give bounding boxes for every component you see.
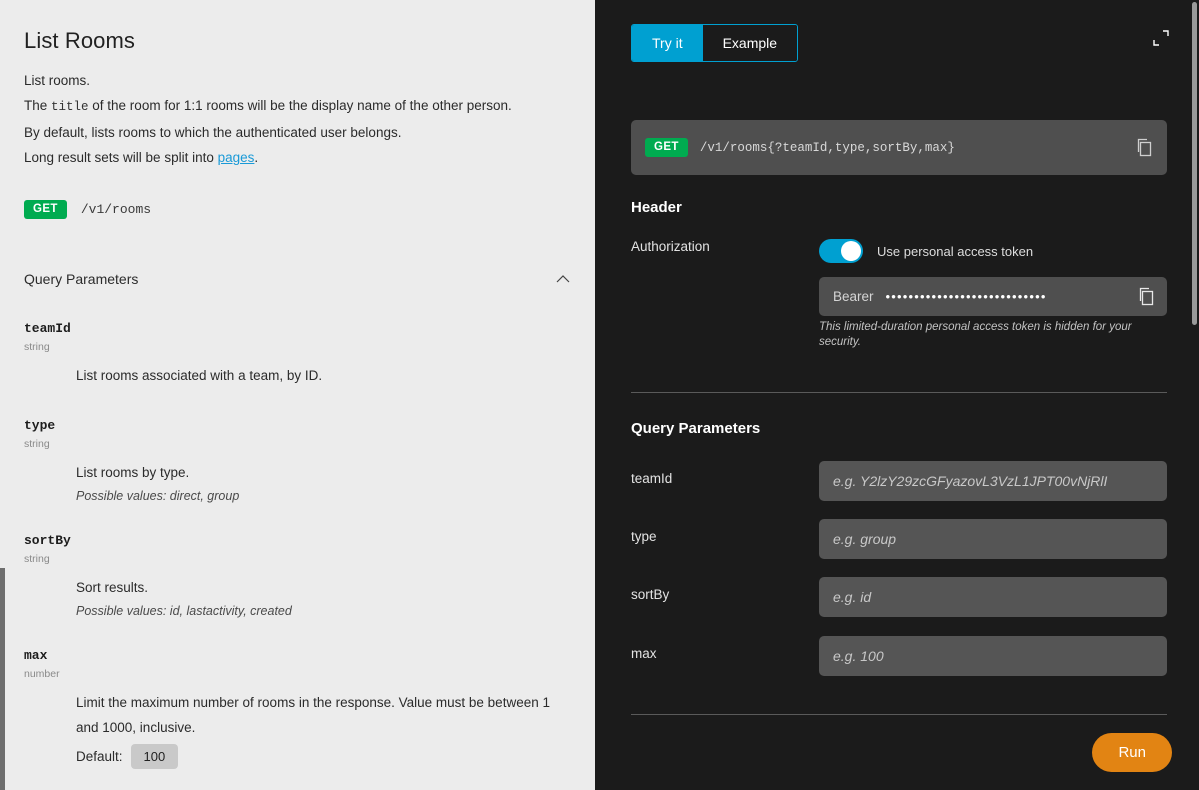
query-parameters-section-toggle[interactable]: Query Parameters <box>24 271 571 291</box>
endpoint-summary: GET /v1/rooms <box>24 200 571 219</box>
http-method-badge: GET <box>24 200 67 219</box>
field-row-max: max <box>631 636 1167 676</box>
param-possible-values: Possible values: direct, group <box>76 489 571 503</box>
tab-example[interactable]: Example <box>703 25 797 61</box>
chevron-up-icon <box>555 271 571 287</box>
param-type: string <box>24 341 571 353</box>
doc-paragraph-title-note: The title of the room for 1:1 rooms will… <box>24 93 571 120</box>
use-personal-access-token-toggle[interactable] <box>819 239 863 263</box>
doc-paragraph-default: By default, lists rooms to which the aut… <box>24 120 571 145</box>
sortBy-input[interactable] <box>819 577 1167 617</box>
run-button[interactable]: Run <box>1092 733 1172 772</box>
request-url-bar: GET /v1/rooms{?teamId,type,sortBy,max} <box>631 120 1167 175</box>
pages-before: Long result sets will be split into <box>24 150 218 165</box>
param-type: string <box>24 553 571 565</box>
token-security-note: This limited-duration personal access to… <box>819 320 1167 350</box>
section-divider <box>631 392 1167 393</box>
token-prefix-label: Bearer <box>833 289 874 304</box>
param-description: Sort results. <box>76 575 571 600</box>
header-section-title: Header <box>631 199 682 216</box>
field-row-sortBy: sortBy <box>631 577 1167 617</box>
param-name: sortBy <box>24 533 571 548</box>
doc-paragraph-intro: List rooms. <box>24 68 571 93</box>
bearer-token-field[interactable]: Bearer •••••••••••••••••••••••••••• <box>819 277 1167 316</box>
param-possible-values: Possible values: id, lastactivity, creat… <box>76 604 571 618</box>
field-row-type: type <box>631 519 1167 559</box>
field-label: teamId <box>631 471 672 486</box>
tab-try-it[interactable]: Try it <box>632 25 703 61</box>
param-default-label: Default: <box>76 749 123 764</box>
query-parameters-heading: Query Parameters <box>24 271 138 287</box>
param-max: max number Limit the maximum number of r… <box>24 648 571 769</box>
param-name: max <box>24 648 571 663</box>
title-note-after: of the room for 1:1 rooms will be the di… <box>89 98 512 113</box>
section-divider <box>631 714 1167 715</box>
field-row-teamId: teamId <box>631 461 1167 501</box>
teamId-input[interactable] <box>819 461 1167 501</box>
title-note-before: The <box>24 98 51 113</box>
request-url-text: /v1/rooms{?teamId,type,sortBy,max} <box>700 141 1136 155</box>
doc-panel-scrollbar[interactable] <box>0 568 5 790</box>
doc-paragraph-pages: Long result sets will be split into page… <box>24 145 571 170</box>
tab-group: Try it Example <box>631 24 798 62</box>
field-label: sortBy <box>631 587 669 602</box>
max-input[interactable] <box>819 636 1167 676</box>
pages-after: . <box>254 150 258 165</box>
param-type: type string List rooms by type. Possible… <box>24 418 571 503</box>
param-type: number <box>24 668 571 680</box>
expand-icon[interactable] <box>1150 27 1172 49</box>
param-default-value: 100 <box>131 744 179 769</box>
param-type: string <box>24 438 571 450</box>
authorization-toggle-row: Use personal access token <box>819 239 1033 263</box>
api-documentation-panel: List Rooms List rooms. The title of the … <box>0 0 595 790</box>
field-label: max <box>631 646 657 661</box>
http-method-badge: GET <box>645 138 688 157</box>
param-name: type <box>24 418 571 433</box>
panel-tabs: Try it Example <box>631 24 798 62</box>
endpoint-path: /v1/rooms <box>81 202 151 217</box>
type-input[interactable] <box>819 519 1167 559</box>
try-panel-scrollbar[interactable] <box>1192 2 1197 325</box>
toggle-knob <box>841 241 861 261</box>
param-description: List rooms by type. <box>76 460 571 485</box>
param-sortBy: sortBy string Sort results. Possible val… <box>24 533 571 618</box>
param-description: List rooms associated with a team, by ID… <box>76 363 571 388</box>
pages-link[interactable]: pages <box>218 150 255 165</box>
param-teamId: teamId string List rooms associated with… <box>24 321 571 388</box>
param-name: teamId <box>24 321 571 336</box>
param-description: Limit the maximum number of rooms in the… <box>76 690 571 740</box>
page-title: List Rooms <box>24 28 571 54</box>
try-it-panel: Try it Example GET /v1/rooms{?teamId,typ… <box>595 0 1199 790</box>
copy-icon[interactable] <box>1136 138 1153 157</box>
query-parameters-section-title: Query Parameters <box>631 420 760 437</box>
token-masked-value: •••••••••••••••••••••••••••• <box>886 289 1126 304</box>
toggle-label: Use personal access token <box>877 244 1033 259</box>
authorization-label: Authorization <box>631 239 710 254</box>
copy-icon[interactable] <box>1138 287 1155 306</box>
param-default: Default: 100 <box>76 744 571 769</box>
field-label: type <box>631 529 657 544</box>
title-code: title <box>51 100 89 114</box>
